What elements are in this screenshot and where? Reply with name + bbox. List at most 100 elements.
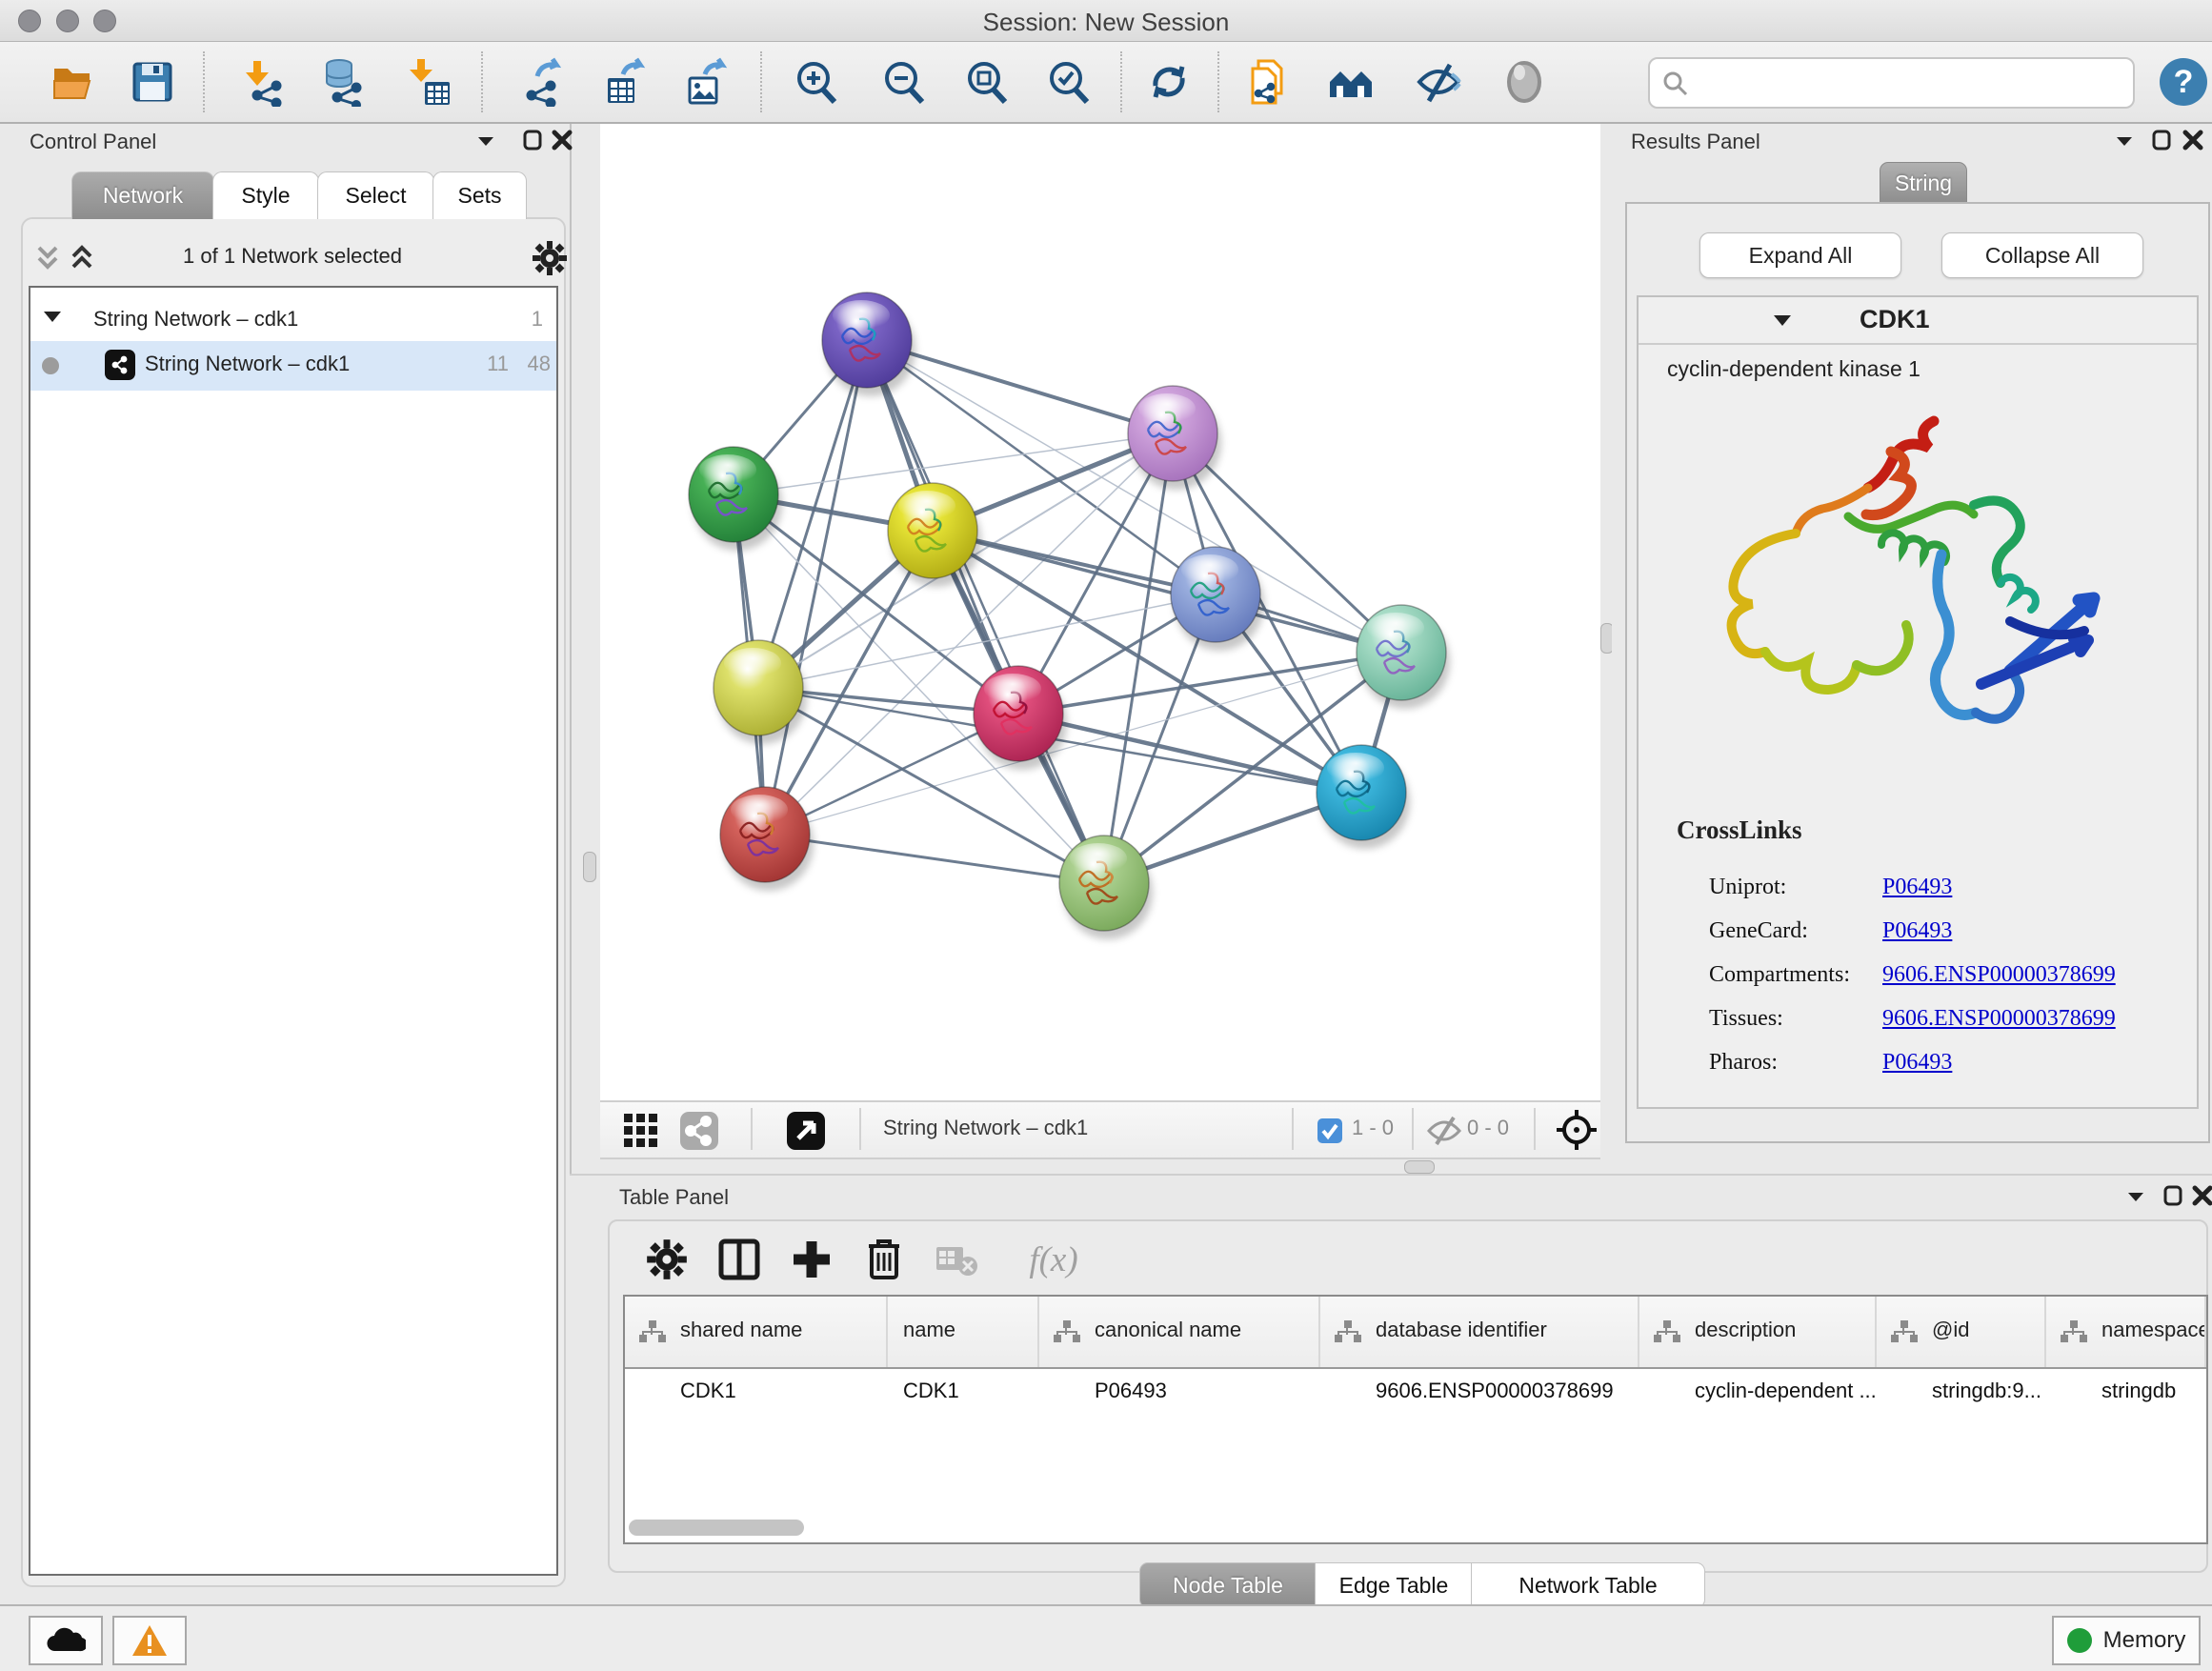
node-RB1[interactable] (1357, 605, 1450, 709)
open-file-icon[interactable] (48, 55, 101, 109)
tab-string[interactable]: String (1880, 162, 1967, 205)
grid-view-icon[interactable] (620, 1110, 662, 1152)
export-image-icon[interactable] (680, 55, 734, 109)
expand-all-button[interactable]: Expand All (1699, 232, 1901, 278)
tab-select[interactable]: Select (317, 171, 434, 219)
panel-close-icon[interactable] (551, 129, 573, 151)
cell--id[interactable]: stringdb:9... (1877, 1369, 2046, 1415)
show-columns-icon[interactable] (711, 1231, 768, 1288)
panel-float-icon[interactable] (2151, 129, 2172, 151)
cell-description[interactable]: cyclin-dependent ... (1639, 1369, 1877, 1415)
edge-CCNE1-HIST1H1A[interactable] (765, 835, 1104, 883)
warnings-button[interactable] (112, 1616, 187, 1665)
crosslink-link[interactable]: P06493 (1882, 875, 1952, 900)
node-CCNE1[interactable] (1059, 836, 1153, 939)
clone-network-icon[interactable] (1243, 55, 1297, 109)
panel-close-icon[interactable] (2182, 129, 2204, 151)
network-row-selected[interactable]: String Network – cdk1 11 48 (30, 341, 556, 391)
cell-shared-name[interactable]: CDK1 (625, 1369, 888, 1415)
network-options-gear-icon[interactable] (532, 240, 568, 276)
cloud-status-button[interactable] (29, 1616, 103, 1665)
column-header-shared-name[interactable]: shared name (625, 1297, 888, 1367)
string-network-graph[interactable]: CCNB2CCNA1CDC25BCDK1CDC6RB1CCNB1CCNA2CDK… (600, 124, 1600, 1100)
hide-selected-icon[interactable] (1412, 55, 1465, 109)
network-view-mode-icon[interactable] (678, 1110, 720, 1152)
fit-content-crosshair-icon[interactable] (1555, 1108, 1599, 1152)
tab-network-table[interactable]: Network Table (1471, 1562, 1705, 1608)
import-network-file-icon[interactable] (238, 55, 292, 109)
panel-menu-icon[interactable] (2115, 133, 2134, 149)
save-session-icon[interactable] (126, 55, 179, 109)
collection-expand-icon[interactable] (42, 309, 63, 326)
delete-column-icon[interactable] (855, 1231, 913, 1288)
cell-name[interactable]: CDK1 (888, 1369, 1039, 1415)
first-neighbors-icon[interactable] (1324, 55, 1377, 109)
search-input[interactable] (1648, 57, 2135, 109)
zoom-out-icon[interactable] (876, 55, 930, 109)
tab-sets[interactable]: Sets (432, 171, 527, 219)
horizontal-splitter-grip[interactable] (1404, 1160, 1435, 1174)
edge-CDK1-RB1[interactable] (933, 531, 1401, 653)
collapse-section-icon[interactable] (1772, 312, 1793, 330)
crosslink-link[interactable]: 9606.ENSP00000378699 (1882, 1006, 2116, 1032)
zoom-fit-icon[interactable] (959, 55, 1013, 109)
node-CDK1[interactable] (888, 483, 981, 587)
crosslink-label: Pharos: (1709, 1050, 1778, 1076)
column-header-namespace[interactable]: namespace (2046, 1297, 2206, 1367)
show-all-icon[interactable] (1498, 55, 1551, 109)
node-CDKN1A[interactable] (1317, 745, 1410, 849)
cell-namespace[interactable]: stringdb (2046, 1369, 2206, 1415)
crosslink-link[interactable]: P06493 (1882, 1050, 1952, 1076)
node-CCNA1[interactable] (1128, 386, 1221, 490)
cell-canonical-name[interactable]: P06493 (1039, 1369, 1320, 1415)
export-table-icon[interactable] (598, 55, 652, 109)
cell-database-identifier[interactable]: 9606.ENSP00000378699 (1320, 1369, 1639, 1415)
table-options-gear-icon[interactable] (638, 1231, 695, 1288)
node-CCNA2[interactable] (974, 666, 1067, 770)
tab-style[interactable]: Style (212, 171, 319, 219)
edge-CDC6-CCNB1[interactable] (758, 594, 1216, 688)
tab-node-table[interactable]: Node Table (1139, 1562, 1317, 1608)
tab-edge-table[interactable]: Edge Table (1315, 1562, 1473, 1608)
column-header-description[interactable]: description (1639, 1297, 1877, 1367)
column-header--id[interactable]: @id (1877, 1297, 2046, 1367)
help-icon[interactable]: ? (2157, 55, 2210, 109)
column-header-name[interactable]: name (888, 1297, 1039, 1367)
panel-float-icon[interactable] (2162, 1184, 2183, 1207)
crosslink-link[interactable]: 9606.ENSP00000378699 (1882, 962, 2116, 988)
node-table[interactable]: shared name name canonical namedatabase id… (623, 1295, 2208, 1544)
selected-checkbox-icon[interactable] (1317, 1117, 1343, 1144)
panel-menu-icon[interactable] (476, 133, 495, 149)
birds-eye-view-icon[interactable] (785, 1110, 827, 1152)
zoom-selected-icon[interactable] (1041, 55, 1095, 109)
node-card-header[interactable]: CDK1 (1639, 297, 2197, 345)
edge-CCNB2-HIST1H1A[interactable] (765, 340, 867, 835)
node-HIST1H1A[interactable] (720, 787, 814, 891)
edge-CCNA1-CDC25B[interactable] (734, 433, 1173, 494)
column-header-canonical-name[interactable]: canonical name (1039, 1297, 1320, 1367)
node-CCNB2[interactable] (822, 292, 915, 396)
edge-RB1-CCNA2[interactable] (1018, 653, 1401, 714)
zoom-in-icon[interactable] (789, 55, 842, 109)
import-table-icon[interactable] (402, 55, 455, 109)
column-header-database-identifier[interactable]: database identifier (1320, 1297, 1639, 1367)
add-column-icon[interactable] (783, 1231, 840, 1288)
apply-layout-icon[interactable] (1142, 55, 1196, 109)
node-CDC25B[interactable] (689, 447, 782, 551)
collapse-all-button[interactable]: Collapse All (1941, 232, 2143, 278)
memory-button[interactable]: Memory (2052, 1616, 2201, 1665)
crosslink-link[interactable]: P06493 (1882, 918, 1952, 944)
import-network-database-icon[interactable] (316, 55, 370, 109)
panel-menu-icon[interactable] (2126, 1189, 2145, 1204)
panel-close-icon[interactable] (2191, 1184, 2212, 1207)
edge-CCNA1-HIST1H1A[interactable] (765, 433, 1173, 835)
current-network-title: String Network – cdk1 (883, 1116, 1088, 1140)
node-CDC6[interactable] (1171, 547, 1264, 651)
left-splitter-grip[interactable] (583, 852, 596, 882)
column-label: name (903, 1318, 955, 1342)
export-network-icon[interactable] (516, 55, 570, 109)
panel-float-icon[interactable] (522, 129, 543, 151)
network-canvas[interactable]: CCNB2CCNA1CDC25BCDK1CDC6RB1CCNB1CCNA2CDK… (600, 124, 1600, 1100)
tab-network[interactable]: Network (71, 171, 214, 219)
table-horizontal-scrollbar[interactable] (629, 1520, 804, 1536)
